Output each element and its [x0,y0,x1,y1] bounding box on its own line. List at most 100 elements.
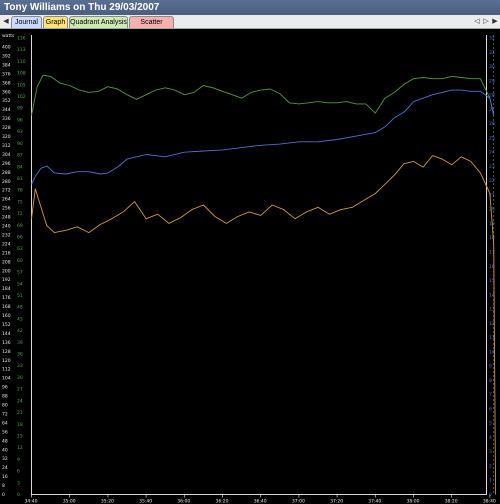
green-tick-label: 45 [17,316,23,322]
watts-tick-label: 328 [2,125,11,131]
green-tick-label: 33 [17,363,23,369]
green-tick-label: 110 [17,59,26,65]
green-tick-label: 57 [17,270,23,276]
watts-tick-label: 40 [2,447,8,453]
x-tick-label: 38:00 [407,499,420,504]
watts-tick-label: 152 [2,322,11,328]
watts-tick-label: 200 [2,268,11,274]
watts-tick-label: 392 [2,53,11,59]
watts-tick-label: 240 [2,224,11,230]
green-tick-label: 90 [17,141,23,147]
right-tick-label: 5 [489,421,492,427]
watts-tick-label: 280 [2,179,11,185]
right-tick-label: 9 [489,364,492,370]
green-tick-label: 36 [17,352,23,358]
right-tick-label: 8 [489,378,492,384]
watts-tick-label: 0 [2,492,5,498]
x-tick-label: 35:20 [101,499,114,504]
green-tick-label: 42 [17,328,23,334]
green-tick-label: 105 [17,82,26,88]
green-tick-label: 27 [17,387,23,393]
watts-tick-label: 320 [2,134,11,140]
green-tick-label: 12 [17,445,23,451]
right-tick-label: 0 [489,492,492,498]
right-tick-label: 4 [489,435,492,441]
watts-tick-label: 8 [2,483,5,489]
watts-tick-label: 192 [2,277,11,283]
green-tick-label: 84 [17,164,23,170]
right-tick-label: 2 [489,463,492,469]
left-axis-unit: watts [2,33,15,39]
watts-tick-label: 144 [2,331,11,337]
watts-tick-label: 232 [2,232,11,238]
app-window: Tony Williams on Thu 29/03/2007 ◀ Journa… [0,0,500,504]
green-tick-label: 30 [17,375,23,381]
green-tick-label: 113 [17,47,26,53]
watts-tick-label: 96 [2,385,8,391]
x-tick-label: 36:40 [254,499,267,504]
green-tick-label: 75 [17,199,23,205]
watts-tick-label: 184 [2,286,11,292]
green-tick-label: 99 [17,106,23,112]
tab-graph[interactable]: Graph [43,16,68,28]
tab-scroll-first-icon[interactable]: ◀ [1,15,11,28]
watts-tick-label: 248 [2,215,11,221]
x-axis-ticks: 34:40 35:00 35:20 35:40 36:00 36:20 36:40 37:00… [25,35,496,504]
watts-tick-label: 104 [2,376,11,382]
watts-tick-label: 64 [2,420,8,426]
watts-tick-label: 360 [2,89,11,95]
watts-tick-label: 296 [2,161,11,167]
green-tick-label: 108 [17,71,26,77]
green-tick-label: 66 [17,234,23,240]
right-tick-label: 6 [489,406,492,412]
green-tick-label: 116 [17,36,26,42]
green-tick-label: 15 [17,433,23,439]
green-tick-label: 87 [17,153,23,159]
tab-scatter-graph[interactable]: Scatter Graph [129,16,174,38]
x-tick-label: 36:00 [177,499,190,504]
x-tick-label: 37:20 [330,499,343,504]
x-tick-label: 35:00 [63,499,76,504]
watts-tick-label: 400 [2,45,11,51]
green-tick-label: 51 [17,293,23,299]
watts-tick-label: 136 [2,340,11,346]
x-tick-label: 37:00 [292,499,305,504]
x-tick-label: 38:40 [483,499,496,504]
green-tick-label: 102 [17,94,26,100]
green-tick-label: 6 [17,469,20,475]
green-tick-label: 81 [17,176,23,182]
green-tick-label: 96 [17,117,23,123]
tab-scroll-last-icon[interactable]: ▶ [490,15,500,28]
orange-series-line [31,155,497,495]
tab-quadrant-analysis[interactable]: Quadrant Analysis [69,16,128,28]
x-tick-label: 35:40 [139,499,152,504]
watts-tick-label: 384 [2,62,11,68]
watts-tick-label: 176 [2,295,11,301]
watts-tick-label: 336 [2,116,11,122]
watts-tick-label: 80 [2,403,8,409]
tab-journal[interactable]: Journal [11,16,42,28]
watts-tick-label: 72 [2,411,8,417]
blue-series-line [31,89,495,185]
watts-tick-label: 48 [2,438,8,444]
watts-tick-label: 168 [2,304,11,310]
watts-tick-label: 24 [2,465,8,471]
green-tick-label: 18 [17,422,23,428]
right-tick-label: 3 [489,449,492,455]
watts-tick-label: 352 [2,98,11,104]
green-tick-label: 3 [17,480,20,486]
watts-tick-label: 288 [2,170,11,176]
green-tick-label: 24 [17,398,23,404]
right-tick-label: 7 [489,392,492,398]
watts-tick-label: 16 [2,474,8,480]
green-tick-label: 63 [17,246,23,252]
green-tick-label: 9 [17,457,20,463]
green-tick-label: 54 [17,281,23,287]
right-tick-label: 1 [489,478,492,484]
watts-axis-ticks: 4003923843763683603523443363283203123042… [2,45,11,499]
watts-tick-label: 376 [2,71,11,77]
green-tick-label: 21 [17,410,23,416]
watts-tick-label: 88 [2,394,8,400]
green-tick-label: 72 [17,211,23,217]
green-series-line [31,74,495,116]
